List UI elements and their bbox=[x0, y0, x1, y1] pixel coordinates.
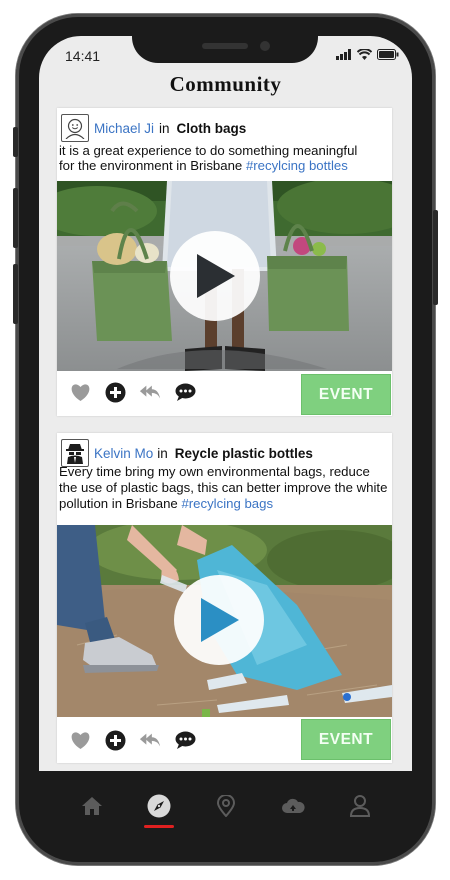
reply-all-button[interactable] bbox=[139, 729, 161, 751]
signal-icon bbox=[336, 49, 351, 60]
active-tab-indicator bbox=[143, 825, 174, 828]
post-video[interactable] bbox=[57, 525, 392, 717]
post-hashtag[interactable]: #recylcing bags bbox=[181, 496, 273, 511]
post-text-line-1: Every time bring my own environmental ba… bbox=[59, 464, 370, 479]
power-button bbox=[433, 210, 438, 305]
comment-icon bbox=[175, 731, 195, 749]
nav-home[interactable] bbox=[74, 786, 110, 826]
speaker bbox=[202, 43, 248, 49]
post-hashtag[interactable]: #recylcing bottles bbox=[246, 158, 348, 173]
add-circle-icon bbox=[105, 382, 125, 402]
reply-all-button[interactable] bbox=[139, 381, 161, 403]
profile-icon bbox=[349, 795, 370, 817]
smiley-avatar-icon bbox=[65, 118, 85, 139]
cloud-icon bbox=[281, 798, 305, 813]
post-actions bbox=[69, 381, 196, 403]
post-text-line-3: pollution in Brisbane #recylcing bags bbox=[59, 496, 273, 512]
nav-discover[interactable] bbox=[141, 786, 177, 828]
post-video[interactable] bbox=[57, 181, 392, 371]
post-text-line-2: the use of plastic bags, this can better… bbox=[59, 480, 388, 495]
bottom-nav bbox=[40, 771, 411, 841]
post-username[interactable]: Michael Ji bbox=[94, 121, 154, 136]
avatar[interactable] bbox=[61, 439, 89, 467]
post-username[interactable]: Kelvin Mo bbox=[94, 446, 153, 461]
comment-icon bbox=[175, 383, 195, 401]
nav-cloud[interactable] bbox=[275, 786, 311, 826]
status-icons bbox=[336, 49, 399, 60]
volume-up-button bbox=[13, 188, 18, 248]
location-pin-icon bbox=[216, 795, 235, 817]
reply-all-icon bbox=[139, 733, 161, 747]
compass-icon bbox=[147, 794, 170, 818]
heart-icon bbox=[71, 383, 89, 401]
play-icon bbox=[197, 254, 235, 298]
battery-icon bbox=[377, 49, 399, 60]
add-button[interactable] bbox=[104, 381, 126, 403]
avatar[interactable] bbox=[61, 114, 89, 142]
add-circle-icon bbox=[105, 730, 125, 750]
post-topic[interactable]: Reycle plastic bottles bbox=[175, 446, 313, 461]
event-button[interactable]: EVENT bbox=[301, 374, 391, 415]
comment-button[interactable] bbox=[174, 381, 196, 403]
status-time: 14:41 bbox=[65, 48, 101, 64]
post-text-line-2: for the environment in Brisbane #recylci… bbox=[59, 158, 348, 174]
page-title: Community bbox=[169, 72, 282, 96]
post-header: Kelvin Mo in Reycle plastic bottles bbox=[61, 439, 313, 467]
comment-button[interactable] bbox=[174, 729, 196, 751]
play-button[interactable] bbox=[170, 231, 260, 321]
post-actions bbox=[69, 729, 196, 751]
nav-profile[interactable] bbox=[342, 786, 378, 826]
mute-switch bbox=[13, 127, 18, 157]
front-camera bbox=[260, 41, 270, 51]
post-header: Michael Ji in Cloth bags bbox=[61, 114, 246, 142]
heart-icon bbox=[71, 731, 89, 749]
play-button[interactable] bbox=[174, 575, 264, 665]
spy-avatar-icon bbox=[66, 444, 84, 464]
event-button[interactable]: EVENT bbox=[301, 719, 391, 760]
post-topic[interactable]: Cloth bags bbox=[177, 121, 247, 136]
post-card: Kelvin Mo in Reycle plastic bottles Ever… bbox=[57, 433, 392, 763]
play-icon bbox=[201, 598, 239, 642]
wifi-icon bbox=[357, 49, 372, 60]
home-icon bbox=[81, 797, 102, 815]
post-in-word: in bbox=[159, 120, 170, 136]
post-text-segment: pollution in Brisbane bbox=[59, 496, 182, 511]
post-text-segment: for the environment in Brisbane bbox=[59, 158, 246, 173]
post-text-line-1: it is a great experience to do something… bbox=[59, 143, 358, 158]
add-button[interactable] bbox=[104, 729, 126, 751]
post-card: Michael Ji in Cloth bags it is a great e… bbox=[57, 108, 392, 416]
volume-down-button bbox=[13, 264, 18, 324]
post-in-word: in bbox=[157, 445, 168, 461]
like-button[interactable] bbox=[69, 729, 91, 751]
nav-location[interactable] bbox=[208, 786, 244, 826]
notch bbox=[132, 20, 318, 63]
reply-all-icon bbox=[139, 385, 161, 399]
like-button[interactable] bbox=[69, 381, 91, 403]
